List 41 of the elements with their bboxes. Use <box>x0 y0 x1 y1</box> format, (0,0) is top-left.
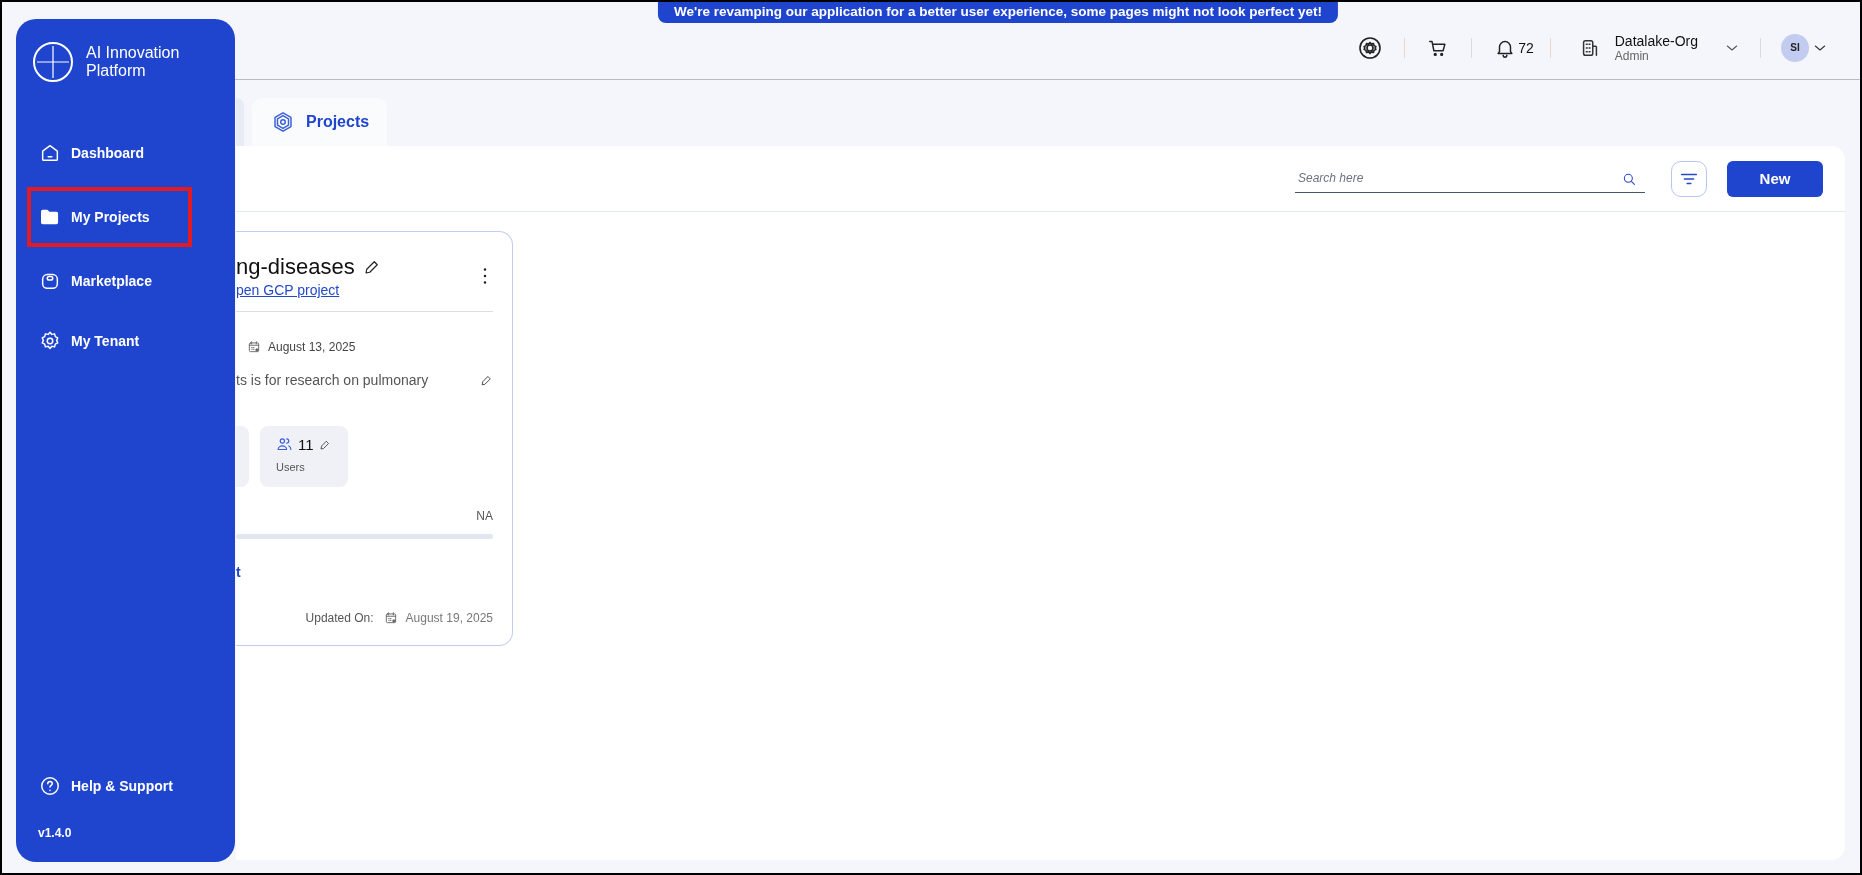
notification-count: 72 <box>1518 39 1534 56</box>
announcement-banner: We're revamping our application for a better user experience, some pages might not look perfect yet! <box>657 2 1339 23</box>
pencil-icon <box>362 258 381 276</box>
organization-selector[interactable]: Datalake-Org Admin <box>1578 32 1740 63</box>
gear-icon <box>1358 35 1383 60</box>
pencil-icon <box>480 373 493 387</box>
user-avatar[interactable]: SI <box>1781 33 1809 62</box>
calendar-icon <box>383 611 398 625</box>
version-label: v1.4.0 <box>37 826 73 840</box>
pencil-icon <box>318 438 331 451</box>
project-description: ts is for research on pulmonary <box>236 372 429 388</box>
calendar-icon <box>247 340 261 354</box>
logo-icon <box>32 41 74 83</box>
nav-item[interactable]: Marketplace <box>39 255 152 307</box>
nav-item[interactable]: My Projects <box>39 191 150 243</box>
projects-tab[interactable]: Projects <box>252 98 388 146</box>
filter-button[interactable] <box>1671 160 1707 197</box>
created-date: August 13, 2025 <box>268 340 356 354</box>
organization-name: Datalake-Org <box>1614 32 1698 49</box>
users-count: 11 <box>298 436 314 453</box>
more-options-icon <box>483 268 487 284</box>
updated-label: Updated On: <box>305 611 374 625</box>
nav-item[interactable]: My Tenant <box>39 315 140 367</box>
new-button[interactable]: New <box>1727 160 1823 197</box>
search-field[interactable]: Search here <box>1295 164 1645 193</box>
help-icon <box>39 775 61 797</box>
progress-reading: NA <box>476 509 493 523</box>
help-link[interactable]: Help & Support <box>16 760 235 812</box>
project-link[interactable]: t <box>236 564 241 580</box>
app-title: AI Innovation Platform <box>86 44 181 80</box>
updated-date: August 19, 2025 <box>405 611 493 625</box>
settings-icon <box>39 330 61 352</box>
stat-tile <box>236 426 249 487</box>
gcp-project-link[interactable]: pen GCP project <box>236 282 381 298</box>
nav-item[interactable]: Dashboard <box>39 127 145 179</box>
users-label: Users <box>276 461 306 473</box>
project-title: ng-diseases <box>236 254 355 280</box>
home-icon <box>39 142 61 164</box>
organization-role: Admin <box>1614 48 1649 63</box>
users-icon <box>276 436 293 453</box>
hexagon-icon <box>272 111 294 133</box>
